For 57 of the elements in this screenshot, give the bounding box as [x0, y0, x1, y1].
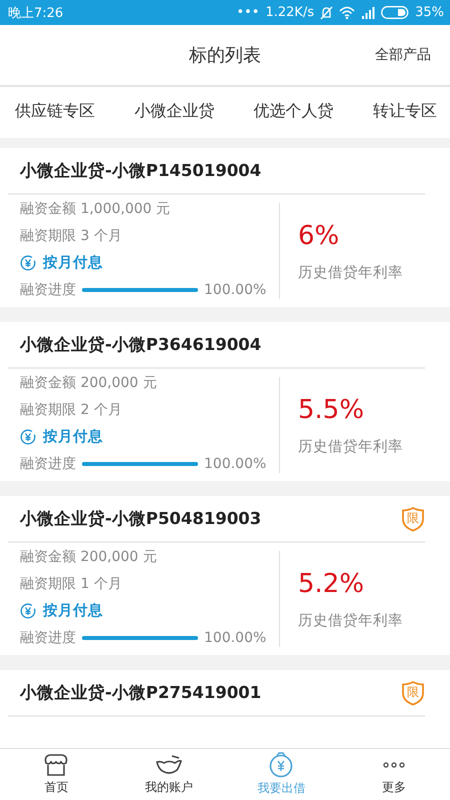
- category-tab[interactable]: 小微企业贷: [134, 95, 214, 130]
- signal-icon: [361, 6, 376, 18]
- network-speed: 1.22K/s: [265, 5, 314, 20]
- interest-rate: 5.5%: [298, 394, 366, 424]
- category-tab[interactable]: 供应链专区: [15, 95, 95, 130]
- yen-icon: [20, 428, 36, 444]
- limit-label: 限: [407, 684, 419, 701]
- category-tab[interactable]: 优选个人贷: [254, 95, 334, 130]
- battery-level: 35%: [415, 5, 444, 20]
- interest-rate: 6%: [298, 220, 340, 250]
- loan-card[interactable]: 小微企业贷-小微P504819003 限 融资金额 200,000 元 融资期限 1 个月 按月付息 融资进度 100.00% 5.2% 历史借贷年利率: [0, 496, 450, 655]
- loan-card[interactable]: 小微企业贷-小微P364619004 融资金额 200,000 元 融资期限 2 个月 按月付息 融资进度 100.00% 5.5% 历史借贷年利率: [0, 322, 450, 481]
- rate-label: 历史借贷年利率: [298, 612, 403, 630]
- progress-label: 融资进度: [20, 454, 76, 472]
- progress-label: 融资进度: [20, 628, 76, 646]
- nav-tab[interactable]: 首页: [0, 749, 112, 800]
- wifi-icon: [339, 6, 356, 19]
- financing-amount: 融资金额 200,000 元: [20, 374, 158, 392]
- page-title: 标的列表: [189, 44, 261, 67]
- repayment-method: 按月付息: [43, 428, 103, 446]
- progress-value: 100.00%: [204, 630, 266, 646]
- financing-term: 融资期限 3 个月: [20, 226, 123, 246]
- financing-term: 融资期限 2 个月: [20, 400, 123, 420]
- financing-term: 融资期限 1 个月: [20, 574, 123, 594]
- money-bag-icon: [268, 752, 294, 778]
- more-icon: [382, 762, 405, 768]
- yen-icon: [20, 602, 36, 618]
- loan-title: 小微企业贷-小微P504819003: [20, 508, 262, 530]
- rate-label: 历史借贷年利率: [298, 438, 403, 456]
- nav-tab[interactable]: 我的账户: [112, 749, 225, 800]
- status-dots: •••: [236, 5, 260, 20]
- ingot-icon: [154, 753, 183, 777]
- repayment-method: 按月付息: [43, 254, 103, 272]
- loan-card[interactable]: 小微企业贷-小微P275419001 限: [0, 670, 450, 748]
- rate-label: 历史借贷年利率: [298, 264, 403, 282]
- category-tab[interactable]: 转让专区: [372, 95, 437, 130]
- bell-off-icon: [320, 6, 334, 20]
- loan-title: 小微企业贷-小微P275419001: [20, 682, 262, 704]
- status-time: 晚上7:26: [8, 4, 64, 22]
- loan-card[interactable]: 小微企业贷-小微P145019004 融资金额 1,000,000 元 融资期限 3 个月 按月付息 融资进度 100.00% 6% 历史借贷年利率: [0, 148, 450, 307]
- yen-icon: [20, 254, 36, 270]
- shop-icon: [43, 753, 70, 777]
- all-products-link[interactable]: 全部产品: [375, 46, 431, 64]
- progress-value: 100.00%: [204, 282, 266, 298]
- financing-amount: 融资金额 200,000 元: [20, 548, 158, 566]
- nav-tab[interactable]: 更多: [338, 749, 450, 800]
- loan-title: 小微企业贷-小微P364619004: [20, 334, 262, 356]
- financing-amount: 融资金额 1,000,000 元: [20, 200, 172, 218]
- shield-icon: [401, 506, 425, 532]
- repayment-method: 按月付息: [43, 602, 103, 620]
- loan-title: 小微企业贷-小微P145019004: [20, 160, 262, 182]
- interest-rate: 5.2%: [298, 568, 366, 598]
- battery-icon: [381, 6, 410, 19]
- progress-value: 100.00%: [204, 456, 266, 472]
- limit-label: 限: [407, 510, 419, 527]
- progress-label: 融资进度: [20, 280, 76, 298]
- shield-icon: [401, 680, 425, 706]
